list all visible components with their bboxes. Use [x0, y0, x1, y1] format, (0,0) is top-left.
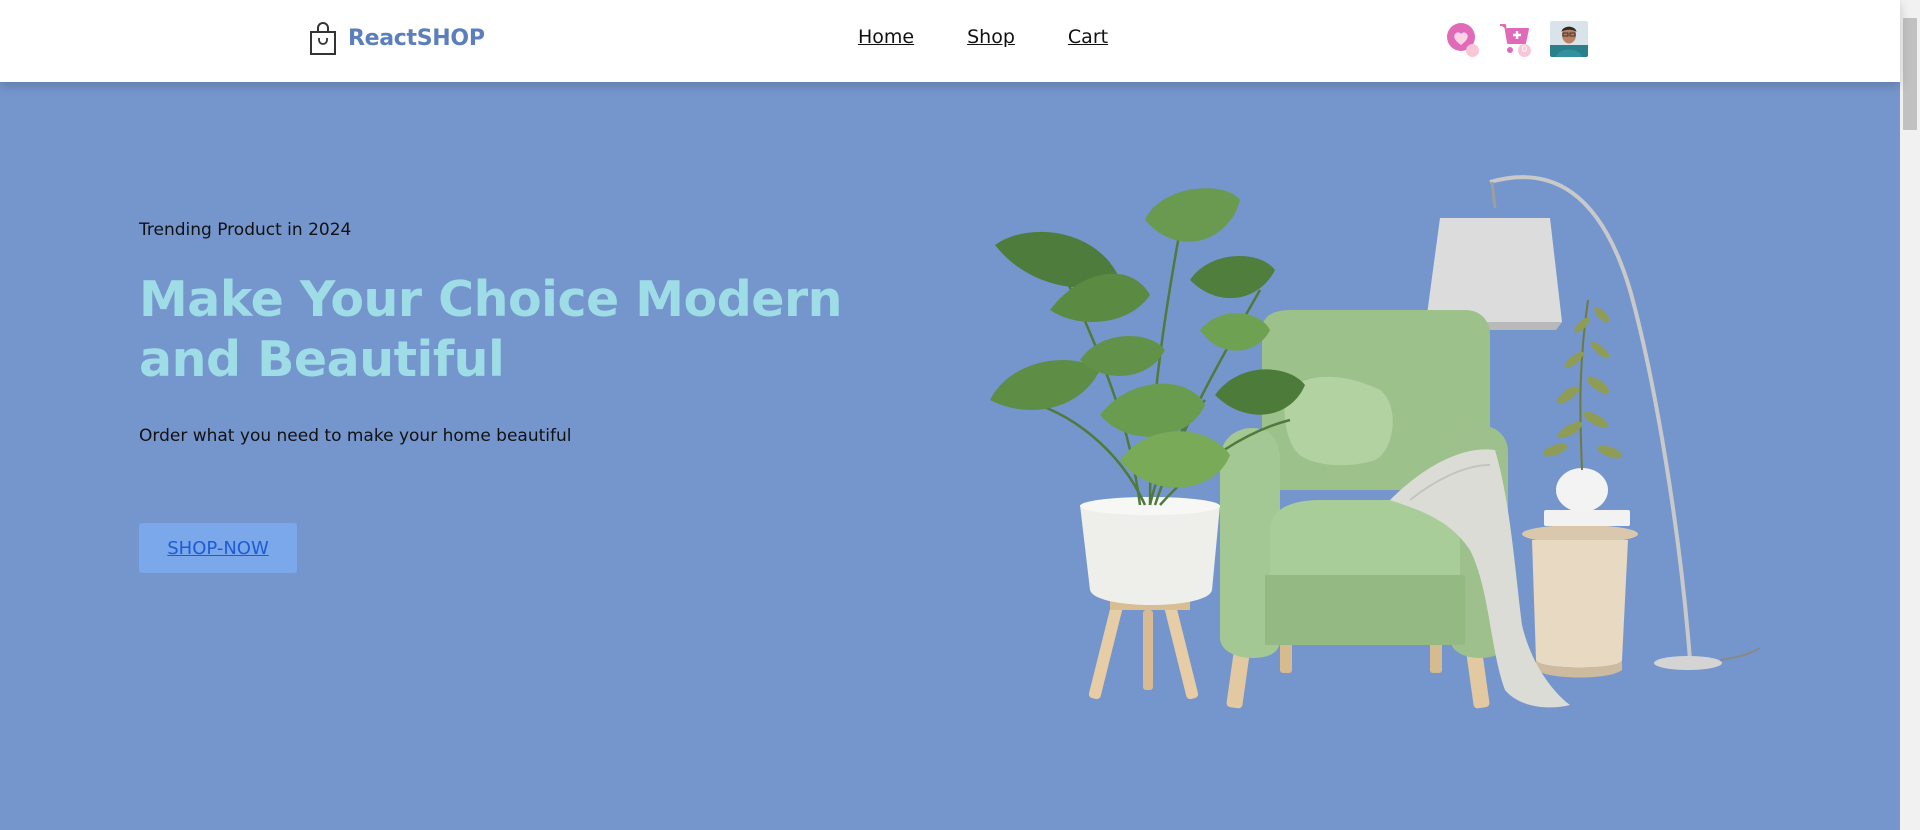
wishlist-button[interactable] [1446, 21, 1479, 57]
shopping-bag-icon [310, 22, 336, 55]
page-scrollbar[interactable] [1900, 0, 1920, 830]
hero-title: Make Your Choice Modern and Beautiful [139, 271, 843, 388]
user-avatar[interactable] [1550, 21, 1588, 57]
main-nav: Home Shop Cart [858, 26, 1108, 48]
header-actions: 0 [1446, 21, 1588, 57]
cart-button[interactable]: 0 [1498, 21, 1531, 57]
site-header: ReactSHOP Home Shop Cart 0 [0, 0, 1900, 82]
hero-tagline: Trending Product in 2024 [139, 220, 352, 240]
brand-name: ReactSHOP [348, 25, 485, 51]
brand-logo[interactable]: ReactSHOP [308, 20, 485, 56]
shop-now-button[interactable]: SHOP-NOW [139, 523, 297, 573]
nav-cart-link[interactable]: Cart [1068, 26, 1108, 48]
furniture-hero-illustration [990, 175, 1761, 709]
cart-count-badge: 0 [1518, 44, 1531, 57]
hero-subtitle: Order what you need to make your home be… [139, 426, 572, 446]
wishlist-count-badge [1466, 44, 1479, 57]
avatar-photo [1550, 21, 1588, 57]
scrollbar-thumb[interactable] [1903, 18, 1917, 130]
side-table [1522, 299, 1638, 678]
nav-home-link[interactable]: Home [858, 26, 914, 48]
nav-shop-link[interactable]: Shop [967, 26, 1015, 48]
